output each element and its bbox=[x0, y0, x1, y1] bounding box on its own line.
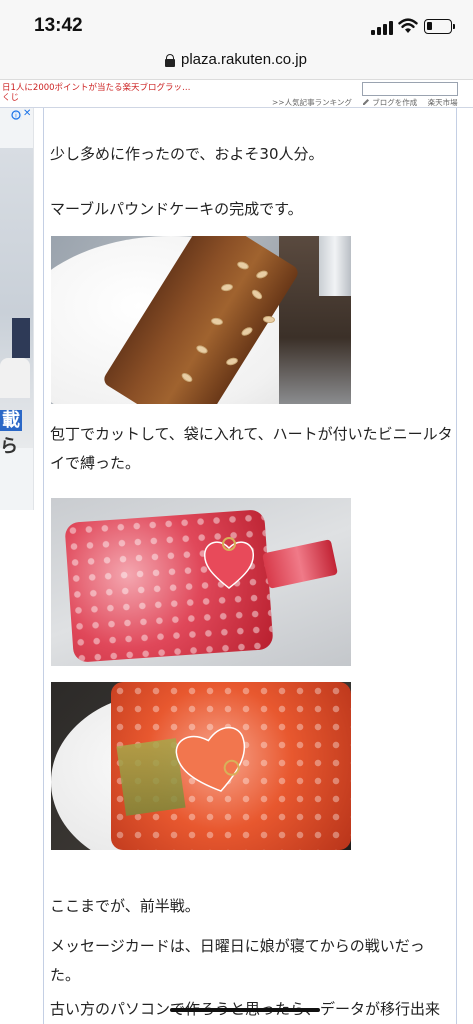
ranking-link[interactable]: >>人気記事ランキング bbox=[272, 98, 352, 107]
lock-icon bbox=[165, 54, 175, 67]
pen-icon bbox=[363, 99, 370, 105]
article-paragraph: ここまでが、前半戦。 bbox=[50, 897, 200, 915]
cake-photo[interactable] bbox=[51, 236, 351, 404]
article-paragraph: メッセージカードは、日曜日に娘が寝てからの戦いだった。 bbox=[50, 937, 425, 984]
ad-text-line1: 載 bbox=[0, 410, 22, 431]
ad-white-shape bbox=[0, 358, 30, 398]
status-time: 13:42 bbox=[34, 15, 83, 36]
create-blog-link[interactable]: ブログを作成 bbox=[372, 98, 417, 107]
ad-figure bbox=[12, 318, 30, 358]
battery-tip bbox=[453, 24, 455, 29]
heart-tag-icon bbox=[203, 537, 255, 589]
market-link[interactable]: 楽天市場 bbox=[428, 98, 458, 107]
blog-header: 日1人に2000ポイントが当たる楽天ブログラッ…くじ >>人気記事ランキング ブ… bbox=[0, 80, 473, 108]
status-bar: 13:42 bbox=[0, 0, 473, 46]
ad-close-button[interactable]: ✕ bbox=[23, 108, 31, 119]
ad-text: 載 ら bbox=[0, 408, 22, 460]
battery-icon bbox=[424, 19, 452, 34]
scroll-indicator[interactable] bbox=[170, 1008, 320, 1012]
article-content: 少し多めに作ったので、およそ30人分。 マーブルパウンドケーキの完成です。 包丁… bbox=[43, 108, 457, 1024]
url-bar[interactable]: plaza.rakuten.co.jp bbox=[0, 46, 473, 80]
ad-choices-icon[interactable]: i bbox=[10, 110, 22, 120]
svg-text:i: i bbox=[15, 112, 17, 119]
article-paragraph: 包丁でカットして、袋に入れて、ハートが付いたビニールタイで縛った。 bbox=[50, 425, 453, 472]
search-input[interactable] bbox=[362, 82, 458, 96]
ad-panel[interactable]: i ✕ 載 ら bbox=[0, 108, 34, 510]
ad-text-line2: ら bbox=[0, 436, 18, 457]
header-nav: >>人気記事ランキング ブログを作成 楽天市場 bbox=[272, 97, 466, 108]
bag-plate-photo[interactable] bbox=[51, 682, 351, 850]
ad-image[interactable] bbox=[0, 148, 33, 448]
signal-icon bbox=[371, 21, 393, 35]
battery-level bbox=[427, 22, 432, 30]
article-paragraph: 少し多めに作ったので、およそ30人分。 bbox=[50, 145, 324, 163]
wifi-icon bbox=[398, 18, 418, 33]
bag-photo[interactable] bbox=[51, 498, 351, 666]
promo-link[interactable]: 日1人に2000ポイントが当たる楽天ブログラッ…くじ bbox=[2, 83, 192, 103]
article-paragraph: マーブルパウンドケーキの完成です。 bbox=[50, 200, 303, 218]
url-text[interactable]: plaza.rakuten.co.jp bbox=[181, 51, 307, 68]
